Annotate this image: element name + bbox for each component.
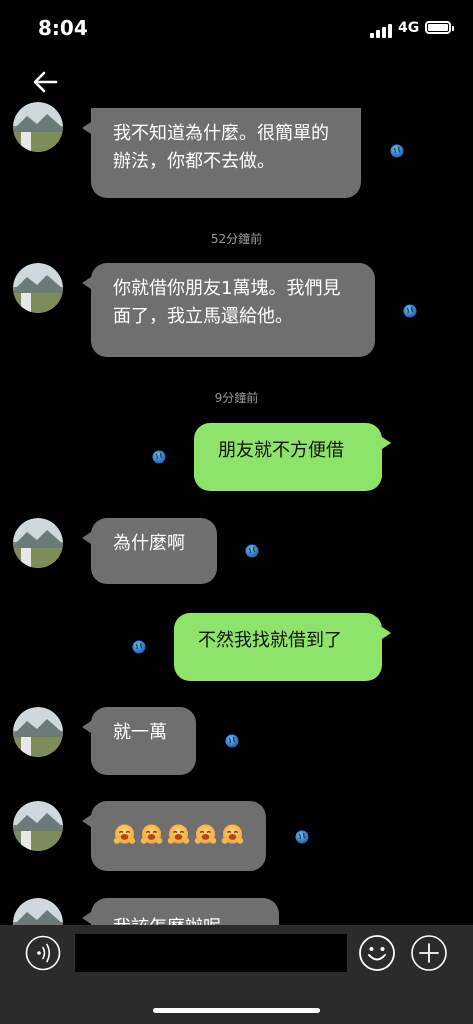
globe-icon (295, 830, 309, 844)
message-text: 為什麼啊 (113, 533, 185, 554)
network-label: 4G (398, 20, 420, 36)
message-text: 不然我找就借到了 (198, 630, 342, 651)
hugging-face-emoji (167, 824, 190, 844)
message-bubble[interactable]: 就一萬 (82, 707, 196, 775)
battery-icon (425, 21, 454, 34)
globe-icon (403, 304, 417, 318)
emoji-row (113, 821, 244, 849)
hugging-face-emoji (113, 824, 136, 844)
globe-icon (225, 734, 239, 748)
hugging-face-emoji (221, 824, 244, 844)
avatar[interactable] (13, 263, 63, 313)
globe-icon (245, 544, 259, 558)
avatar[interactable] (13, 801, 63, 851)
message-bubble[interactable] (82, 801, 266, 871)
timestamp-separator: 9分鐘前 (214, 391, 259, 405)
timestamp-separator: 52分鐘前 (210, 232, 263, 246)
smiley-icon[interactable] (358, 934, 396, 972)
avatar[interactable] (13, 518, 63, 568)
message-bubble[interactable]: 為什麼啊 (82, 518, 217, 584)
plus-icon[interactable] (410, 934, 448, 972)
status-time: 8:04 (38, 16, 88, 40)
message-composer (0, 925, 473, 1024)
message-input[interactable] (75, 934, 347, 972)
message-text: 你就借你朋友1萬塊。我們見面了，我立馬還給他。 (113, 278, 341, 327)
voice-icon[interactable] (25, 935, 61, 971)
avatar[interactable] (13, 707, 63, 757)
globe-icon (390, 144, 404, 158)
hugging-face-emoji (140, 824, 163, 844)
message-bubble[interactable]: 不然我找就借到了 (174, 613, 391, 681)
status-bar: 8:04 4G (0, 0, 473, 58)
message-text: 就一萬 (113, 722, 167, 743)
message-bubble[interactable]: 你就借你朋友1萬塊。我們見面了，我立馬還給他。 (82, 263, 375, 357)
message-text: 我不知道為什麼。很簡單的辦法，你都不去做。 (113, 123, 329, 172)
globe-icon (132, 640, 146, 654)
message-text: 朋友就不方便借 (218, 440, 344, 461)
message-bubble[interactable]: 朋友就不方便借 (194, 423, 391, 491)
message-bubble[interactable]: 我不知道為什麼。很簡單的辦法，你都不去做。 (82, 108, 361, 198)
home-indicator (153, 1008, 320, 1013)
hugging-face-emoji (194, 824, 217, 844)
arrow-left-icon[interactable] (30, 66, 62, 98)
globe-icon (152, 450, 166, 464)
avatar[interactable] (13, 102, 63, 152)
signal-icon (370, 24, 394, 38)
